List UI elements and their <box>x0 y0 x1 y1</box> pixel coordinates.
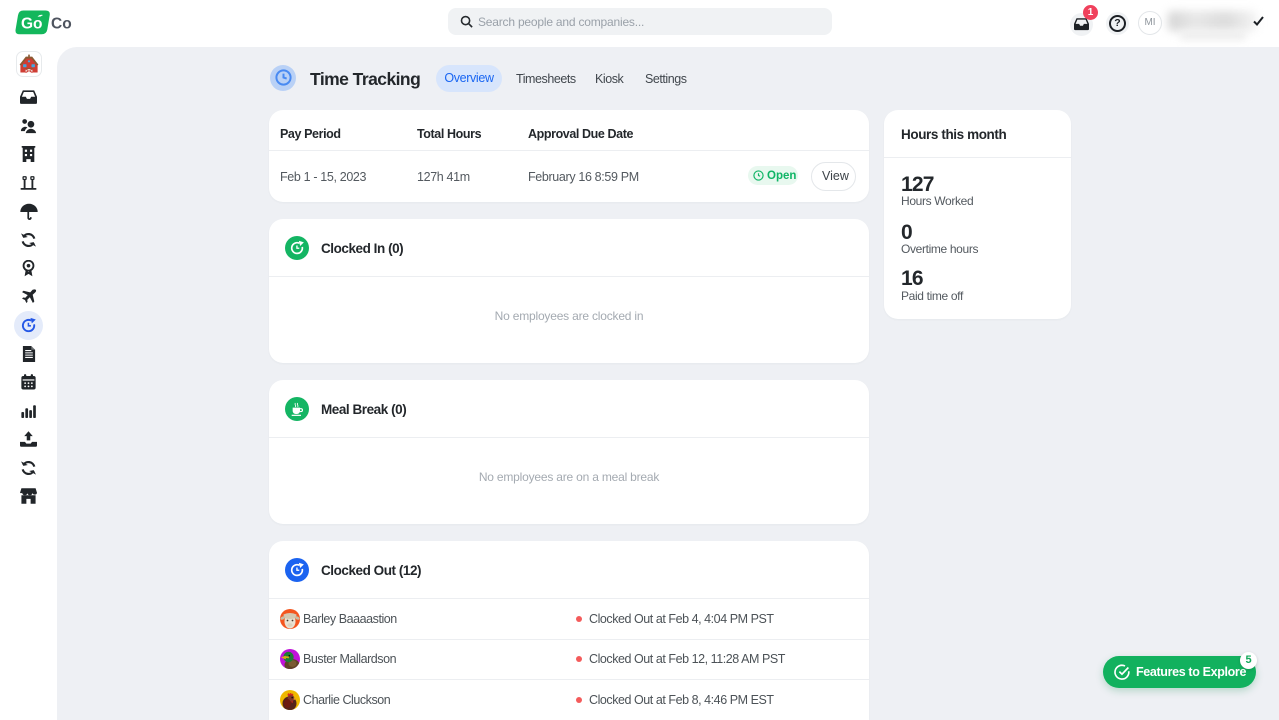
svg-text:Go: Go <box>21 16 43 33</box>
svg-text:Co: Co <box>51 16 72 33</box>
